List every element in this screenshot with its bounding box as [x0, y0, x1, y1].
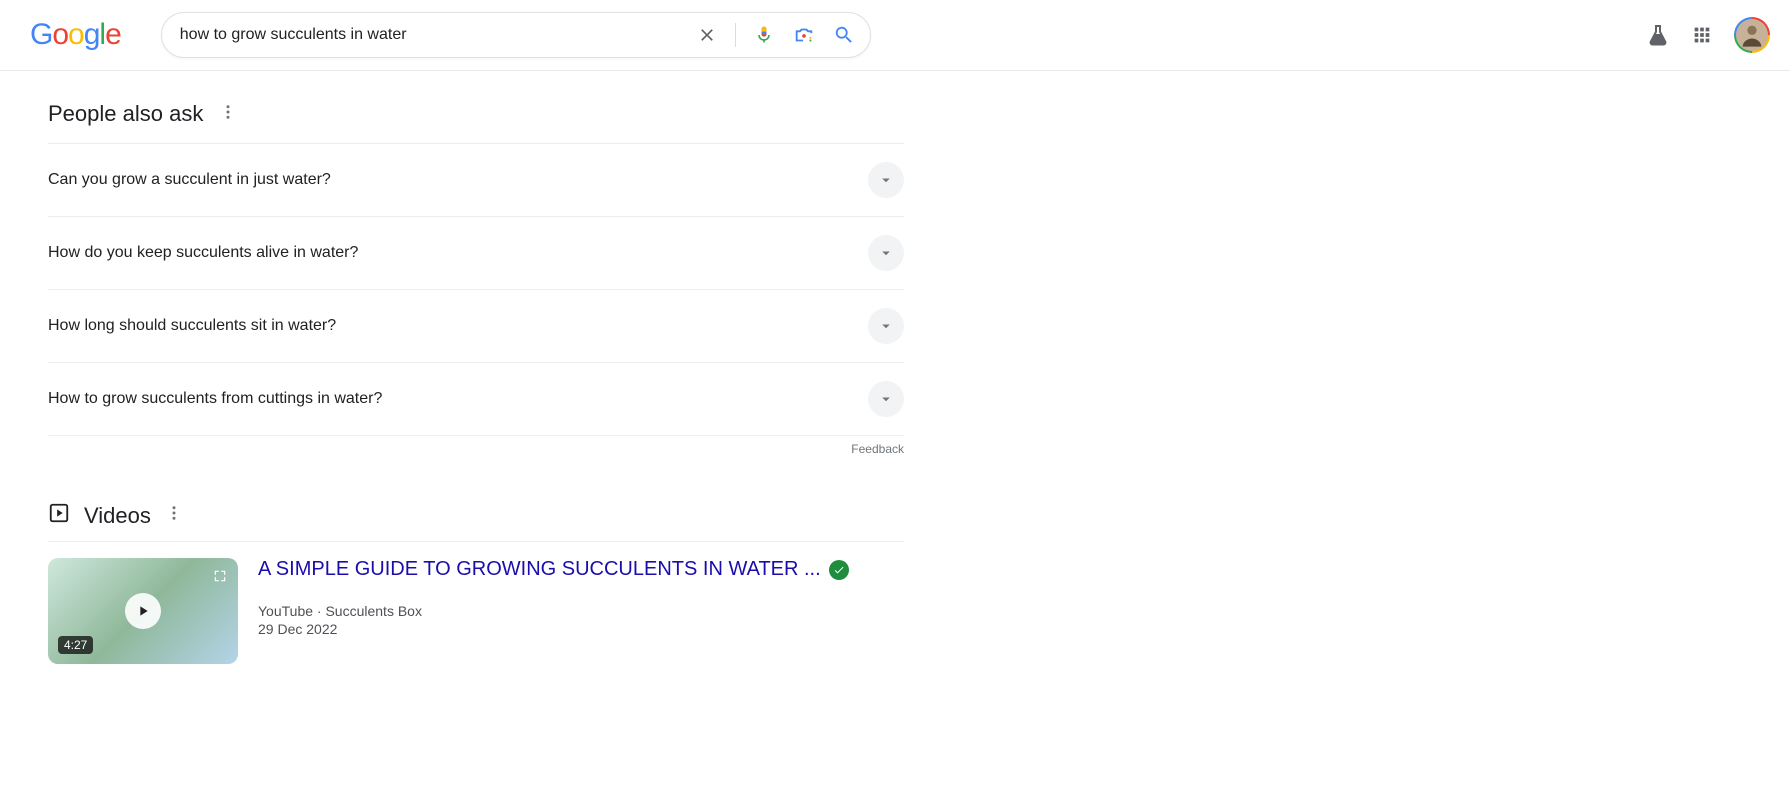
- chevron-down-icon[interactable]: [868, 381, 904, 417]
- google-logo[interactable]: Google: [30, 18, 121, 52]
- search-bar: [161, 12, 871, 58]
- results-content: People also ask Can you grow a succulent…: [0, 71, 904, 664]
- clear-icon[interactable]: [695, 23, 719, 47]
- voice-search-icon[interactable]: [752, 23, 776, 47]
- paa-question: How long should succulents sit in water?: [48, 317, 336, 335]
- video-info: A SIMPLE GUIDE TO GROWING SUCCULENTS IN …: [258, 558, 904, 664]
- paa-item[interactable]: How do you keep succulents alive in wate…: [48, 217, 904, 290]
- search-input[interactable]: [176, 26, 695, 44]
- video-result[interactable]: 4:27 A SIMPLE GUIDE TO GROWING SUCCULENT…: [48, 541, 904, 664]
- videos-section: Videos 4:27 A SIMPLE GUIDE TO GROWING SU…: [48, 502, 904, 664]
- video-source: YouTube: [258, 603, 313, 619]
- paa-item[interactable]: How long should succulents sit in water?: [48, 290, 904, 363]
- video-channel: Succulents Box: [325, 603, 422, 619]
- paa-item[interactable]: How to grow succulents from cuttings in …: [48, 363, 904, 436]
- chevron-down-icon[interactable]: [868, 235, 904, 271]
- video-duration: 4:27: [58, 636, 93, 654]
- apps-icon[interactable]: [1690, 23, 1714, 47]
- more-options-icon[interactable]: [219, 103, 237, 126]
- verified-icon: [829, 560, 849, 580]
- feedback-link[interactable]: Feedback: [48, 442, 904, 456]
- chevron-down-icon[interactable]: [868, 308, 904, 344]
- paa-question: How to grow succulents from cuttings in …: [48, 390, 382, 408]
- paa-question: Can you grow a succulent in just water?: [48, 171, 331, 189]
- paa-item[interactable]: Can you grow a succulent in just water?: [48, 144, 904, 217]
- video-date: 29 Dec 2022: [258, 621, 904, 637]
- divider: [735, 23, 736, 47]
- video-meta: YouTube · Succulents Box: [258, 603, 904, 619]
- video-section-icon: [48, 502, 70, 529]
- account-avatar[interactable]: [1734, 17, 1770, 53]
- more-options-icon[interactable]: [165, 504, 183, 527]
- paa-question: How do you keep succulents alive in wate…: [48, 244, 358, 262]
- paa-header: People also ask: [48, 101, 904, 127]
- videos-title: Videos: [84, 503, 151, 529]
- videos-header: Videos: [48, 502, 904, 529]
- header: Google: [0, 0, 1790, 71]
- chevron-down-icon[interactable]: [868, 162, 904, 198]
- play-icon: [125, 593, 161, 629]
- paa-title: People also ask: [48, 101, 203, 127]
- search-icon[interactable]: [832, 23, 856, 47]
- image-search-icon[interactable]: [792, 23, 816, 47]
- video-title[interactable]: A SIMPLE GUIDE TO GROWING SUCCULENTS IN …: [258, 558, 821, 581]
- video-thumbnail[interactable]: 4:27: [48, 558, 238, 664]
- labs-icon[interactable]: [1646, 23, 1670, 47]
- expand-icon: [210, 566, 230, 586]
- header-right: [1646, 17, 1770, 53]
- paa-list: Can you grow a succulent in just water? …: [48, 143, 904, 436]
